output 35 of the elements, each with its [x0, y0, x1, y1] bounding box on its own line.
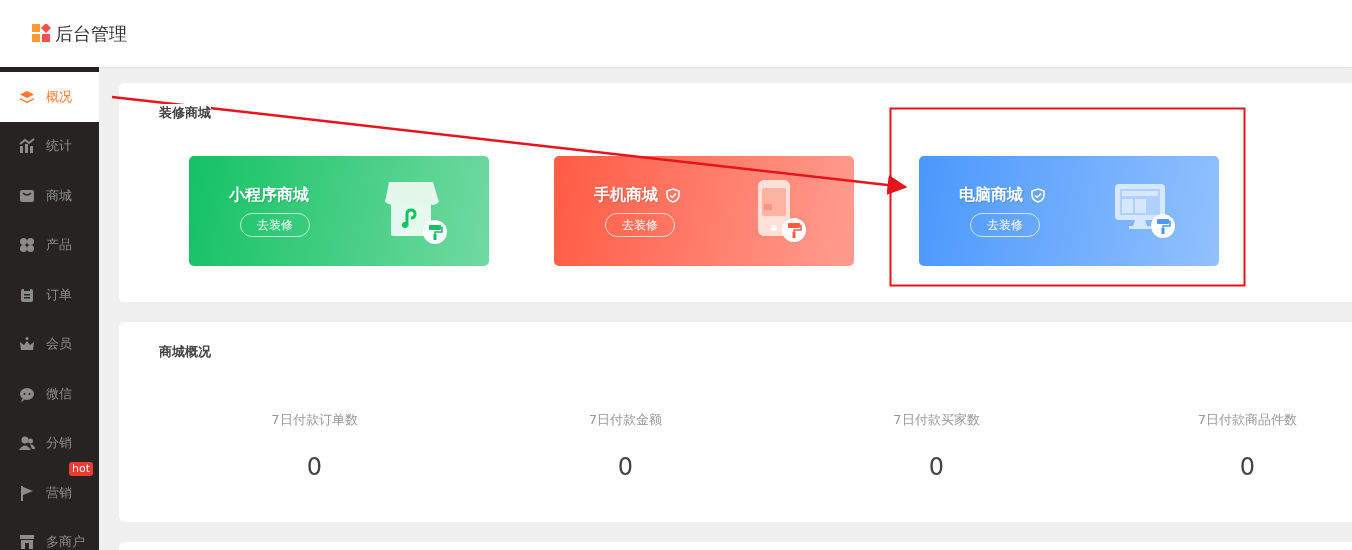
crown-icon	[19, 336, 35, 353]
grid-icon	[19, 237, 35, 254]
shop-name: 小程序商城	[229, 185, 309, 206]
shop-card[interactable]: 电脑商城 去装修	[919, 156, 1219, 266]
section-title: 商城概况	[159, 343, 211, 361]
chart-icon	[19, 138, 35, 155]
hot-badge: hot	[69, 462, 93, 476]
sidebar-item[interactable]: 概况	[0, 72, 99, 122]
sidebar-item[interactable]: 订单	[0, 270, 99, 320]
sidebar-item[interactable]: 商城	[0, 171, 99, 221]
layers-icon	[19, 88, 35, 105]
shop-name: 电脑商城	[959, 185, 1023, 206]
sidebar-item[interactable]: 微信	[0, 369, 99, 419]
stat-value: 0	[306, 453, 323, 481]
bag-icon	[19, 187, 35, 204]
sidebar-item[interactable]: 统计	[0, 121, 99, 171]
shop-card[interactable]: 手机商城 去装修	[554, 156, 854, 266]
stat-value: 0	[1239, 453, 1256, 481]
sidebar-item[interactable]: 产品	[0, 220, 99, 270]
sidebar-item[interactable]: 多商户	[0, 517, 99, 550]
shop-name: 手机商城	[594, 185, 658, 206]
sidebar-item[interactable]: 会员	[0, 319, 99, 369]
logo-icon	[32, 24, 51, 43]
stat-value: 0	[928, 453, 945, 481]
chat-icon	[19, 385, 35, 402]
clipboard-icon	[19, 286, 35, 303]
users-icon	[19, 435, 35, 452]
stat-label: 7日付款买家数	[893, 411, 980, 429]
flag-icon	[19, 484, 35, 501]
stat-label: 7日付款金额	[588, 411, 663, 429]
section-title: 装修商城	[159, 104, 211, 122]
stat-label: 7日付款商品件数	[1197, 411, 1298, 429]
stat-value: 0	[617, 453, 634, 481]
stat-label: 7日付款订单数	[271, 411, 358, 429]
app-title: 后台管理	[55, 21, 127, 46]
